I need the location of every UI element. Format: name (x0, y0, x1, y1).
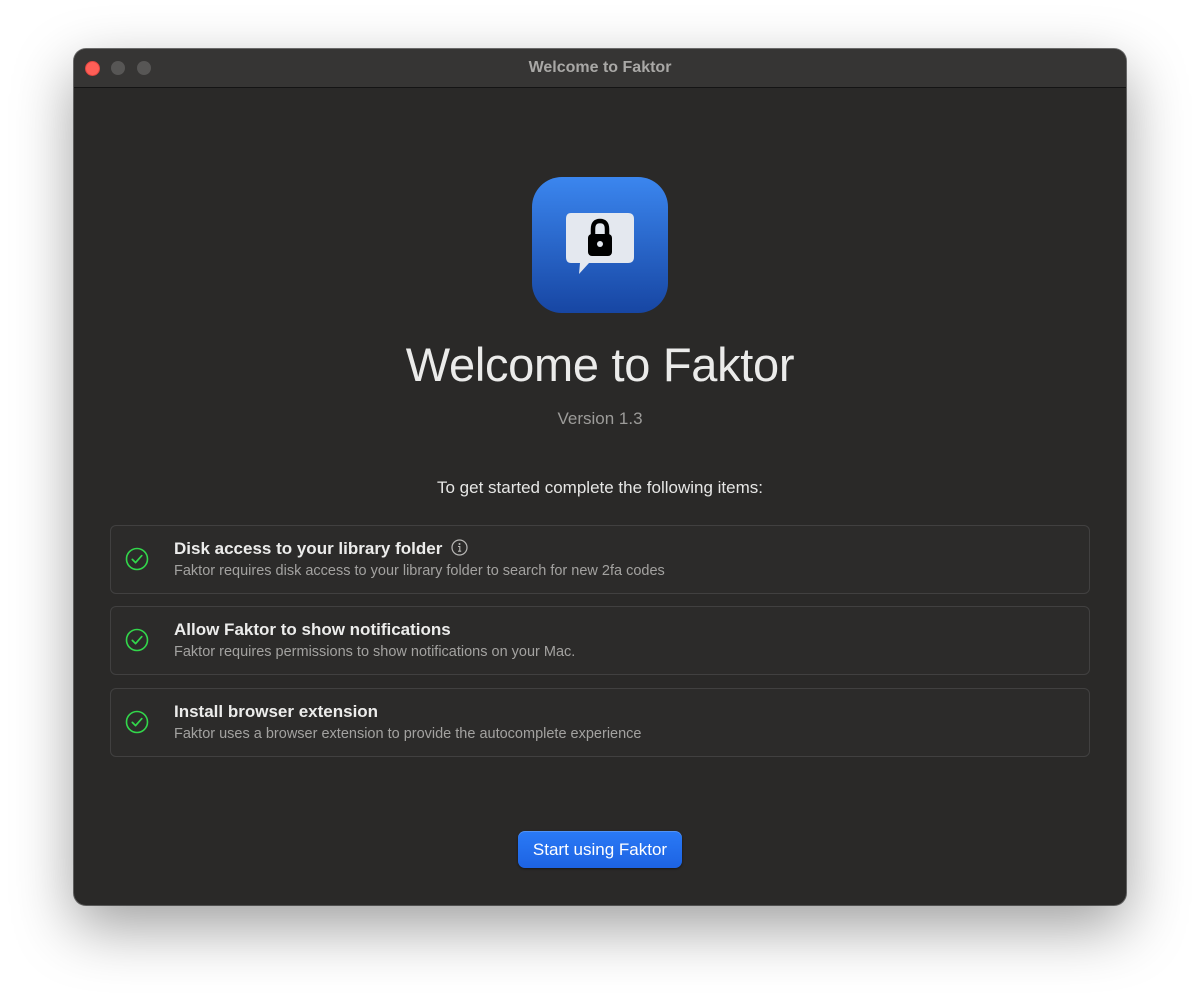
checklist-item-browser-extension[interactable]: Install browser extension Faktor uses a … (110, 688, 1090, 757)
checklist-item-description: Faktor requires permissions to show noti… (174, 644, 576, 660)
window-title: Welcome to Faktor (528, 59, 672, 76)
title-bar[interactable]: Welcome to Faktor (74, 49, 1126, 88)
checkmark-circle-icon (125, 628, 149, 652)
welcome-title: Welcome to Faktor (405, 338, 795, 391)
checklist-item-title: Install browser extension (174, 702, 379, 721)
checkmark-circle-icon (125, 547, 149, 571)
info-icon[interactable] (451, 539, 468, 556)
checklist-item-description: Faktor uses a browser extension to provi… (174, 726, 642, 742)
checklist-item-notifications[interactable]: Allow Faktor to show notifications Fakto… (110, 606, 1090, 675)
start-using-faktor-button[interactable]: Start using Faktor (518, 831, 682, 868)
checkmark-circle-icon (125, 710, 149, 734)
intro-text: To get started complete the following it… (437, 478, 763, 497)
checklist-item-description: Faktor requires disk access to your libr… (174, 563, 665, 579)
checklist-item-title: Allow Faktor to show notifications (174, 620, 451, 639)
checklist-item-title: Disk access to your library folder (174, 539, 468, 559)
checklist-item-disk-access[interactable]: Disk access to your library folder Fakto… (110, 525, 1090, 594)
welcome-window: Welcome to Faktor Welcome to Faktor Vers… (74, 49, 1126, 905)
version-label: Version 1.3 (557, 409, 643, 428)
lock-message-icon (532, 177, 668, 313)
